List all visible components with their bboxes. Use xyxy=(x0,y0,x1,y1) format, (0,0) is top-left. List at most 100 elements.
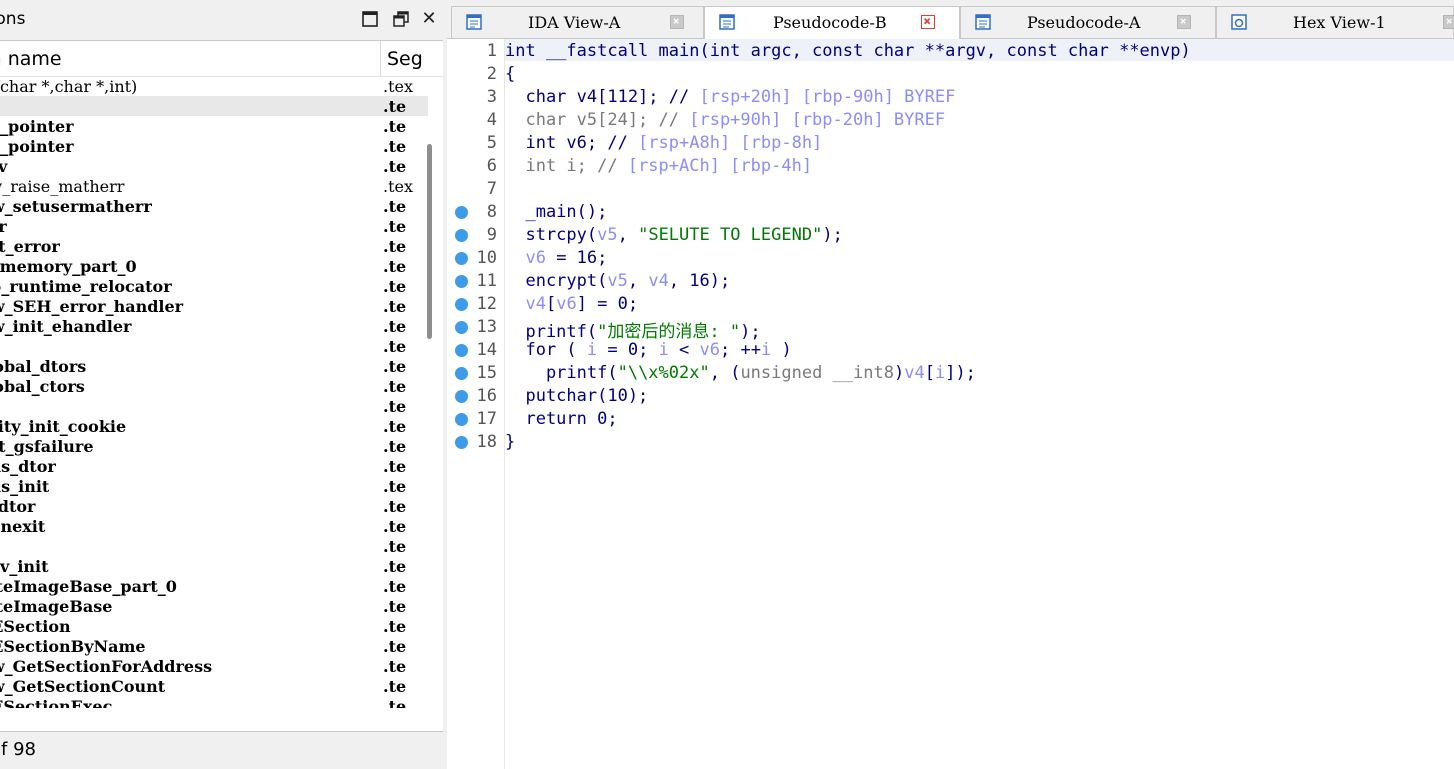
code-line[interactable]: 14 for ( i = 0; i < v6; ++i ) xyxy=(447,339,1454,362)
code-line[interactable]: 18} xyxy=(447,431,1454,454)
line-number: 11 xyxy=(476,271,497,291)
function-row[interactable]: .te xyxy=(0,96,428,116)
code-token: strcpy( xyxy=(505,225,598,245)
code-line[interactable]: 5 int v6; // [rsp+A8h] [rbp-8h] xyxy=(447,132,1454,155)
function-name: port_gsfailure xyxy=(0,437,94,456)
function-row[interactable]: ode_pointer .te xyxy=(0,136,428,156)
tab-hex-view-1[interactable]: Hex View-1 xyxy=(1216,6,1454,38)
function-row[interactable]: ngw_init_ehandler .te xyxy=(0,316,428,336)
function-row[interactable]: idateImageBase .te xyxy=(0,596,428,616)
code-line[interactable]: 13 printf("加密后的消息: "); xyxy=(447,316,1454,342)
breakpoint-dot-icon[interactable] xyxy=(455,252,468,265)
function-row[interactable]: ngw_SEH_error_handler .te xyxy=(0,296,428,316)
function-row[interactable]: ite_memory_part_0 .te xyxy=(0,256,428,276)
code-line[interactable]: 4 char v5[24]; // [rsp+90h] [rbp-20h] BY… xyxy=(447,109,1454,132)
code-token: , ( xyxy=(709,363,741,383)
function-row[interactable]: ngw_GetSectionCount .te xyxy=(0,676,428,696)
code-line[interactable]: 7 xyxy=(447,178,1454,201)
code-line[interactable]: 9 strcpy(v5, "SELUTE TO LEGEND"); xyxy=(447,224,1454,247)
function-row[interactable]: ngw_GetSectionForAddress .te xyxy=(0,656,428,676)
code-line[interactable]: 12 v4[v6] = 0; xyxy=(447,293,1454,316)
restore-icon[interactable] xyxy=(392,10,410,28)
function-row[interactable]: port_error .te xyxy=(0,236,428,256)
function-row[interactable]: in.te xyxy=(0,396,428,416)
breakpoint-dot-icon[interactable] xyxy=(455,390,468,403)
function-row[interactable]: ngw_setusermatherr .te xyxy=(0,196,428,216)
function-name: w_onexit xyxy=(0,517,46,536)
function-segment: .te xyxy=(383,637,407,656)
code-line[interactable]: 11 encrypt(v5, v4, 16); xyxy=(447,270,1454,293)
code-line[interactable]: 16 putchar(10); xyxy=(447,385,1454,408)
code-line[interactable]: 15 printf("\\x%02x", (unsigned __int8)v4… xyxy=(447,362,1454,385)
column-function-name[interactable]: on name xyxy=(0,48,62,70)
function-row[interactable]: ode_pointer .te xyxy=(0,116,428,136)
function-row[interactable]: dPESectionByName .te xyxy=(0,636,428,656)
tab-pseudocode-a[interactable]: Pseudocode-A xyxy=(960,6,1216,38)
line-number: 18 xyxy=(476,432,497,452)
function-row[interactable]: dPESectionExec .te xyxy=(0,696,428,708)
function-segment: .te xyxy=(383,337,407,356)
breakpoint-dot-icon[interactable] xyxy=(455,298,468,311)
function-row[interactable]: argv .te xyxy=(0,156,428,176)
line-number: 15 xyxy=(476,363,497,383)
vertical-scrollbar-thumb[interactable] xyxy=(427,144,432,339)
function-row[interactable]: idateImageBase_part_0 .te xyxy=(0,576,428,596)
code-line[interactable]: 1 int __fastcall main(int argc, const cha… xyxy=(447,40,1454,63)
code-line[interactable]: 6 int i; // [rsp+ACh] [rbp-4h] xyxy=(447,155,1454,178)
breakpoint-dot-icon[interactable] xyxy=(455,206,468,219)
function-name: dPESectionExec xyxy=(0,697,113,708)
function-segment: .te xyxy=(383,237,407,256)
function-row[interactable]: n_tls_dtor .te xyxy=(0,456,428,476)
pseudocode-icon xyxy=(975,14,991,30)
line-number: 4 xyxy=(486,110,497,130)
breakpoint-dot-icon[interactable] xyxy=(455,344,468,357)
function-row[interactable]: conv_init .te xyxy=(0,556,428,576)
function-row[interactable]: 386_runtime_relocator .te xyxy=(0,276,428,296)
function-row[interactable]: ypt(char *,char *,int) .tex xyxy=(0,76,428,96)
function-row[interactable]: _global_ctors .te xyxy=(0,376,428,396)
breakpoint-dot-icon[interactable] xyxy=(455,436,468,449)
line-number: 3 xyxy=(486,87,497,107)
functions-list[interactable]: on name Seg ypt(char *,char *,int).tex.t… xyxy=(0,41,444,731)
breakpoint-dot-icon[interactable] xyxy=(455,229,468,242)
tab-pseudocode-b[interactable]: Pseudocode-B xyxy=(704,6,960,39)
code-token: [ xyxy=(545,294,557,314)
function-row[interactable]: it.te xyxy=(0,536,428,556)
function-name: n_tls_dtor xyxy=(0,457,56,476)
function-row[interactable]: dPESection .te xyxy=(0,616,428,636)
code-token: for ( xyxy=(505,340,587,360)
tab-close-icon[interactable] xyxy=(921,15,935,29)
maximize-icon[interactable] xyxy=(361,10,379,28)
code-line[interactable]: 10 v6 = 16; xyxy=(447,247,1454,270)
tab-close-icon[interactable] xyxy=(1177,15,1191,29)
code-line[interactable]: 3 char v4[112]; // [rsp+20h] [rbp-90h] B… xyxy=(447,86,1454,109)
code-token: i xyxy=(586,340,598,360)
function-segment: .te xyxy=(383,277,407,296)
column-divider[interactable] xyxy=(380,41,381,76)
code-line[interactable]: 2{ xyxy=(447,63,1454,86)
breakpoint-dot-icon[interactable] xyxy=(455,367,468,380)
function-row[interactable]: ngw_raise_matherr .tex xyxy=(0,176,428,196)
function-row[interactable]: curity_init_cookie .te xyxy=(0,416,428,436)
pseudocode-view[interactable]: 1 int __fastcall main(int argc, const cha… xyxy=(447,39,1454,769)
tab-close-icon[interactable] xyxy=(1443,15,1454,29)
function-row[interactable]: set.te xyxy=(0,336,428,356)
hex-view-icon xyxy=(1231,14,1247,30)
function-row[interactable]: _global_dtors .te xyxy=(0,356,428,376)
code-line[interactable]: 17 return 0; xyxy=(447,408,1454,431)
breakpoint-dot-icon[interactable] xyxy=(455,413,468,426)
breakpoint-dot-icon[interactable] xyxy=(455,275,468,288)
function-row[interactable]: herr .te xyxy=(0,216,428,236)
function-row[interactable]: port_gsfailure .te xyxy=(0,436,428,456)
line-number: 2 xyxy=(486,64,497,84)
code-line[interactable]: 8 _main(); xyxy=(447,201,1454,224)
tab-ida-view-a[interactable]: IDA View-A xyxy=(451,6,704,38)
function-row[interactable]: n_tls_init .te xyxy=(0,476,428,496)
function-row[interactable]: regdtor .te xyxy=(0,496,428,516)
column-segment[interactable]: Seg xyxy=(387,48,423,70)
function-row[interactable]: w_onexit .te xyxy=(0,516,428,536)
code-token: v5 xyxy=(607,271,628,291)
tab-close-icon[interactable] xyxy=(670,15,684,29)
close-icon[interactable]: ✕ xyxy=(420,10,438,28)
breakpoint-dot-icon[interactable] xyxy=(455,321,468,334)
